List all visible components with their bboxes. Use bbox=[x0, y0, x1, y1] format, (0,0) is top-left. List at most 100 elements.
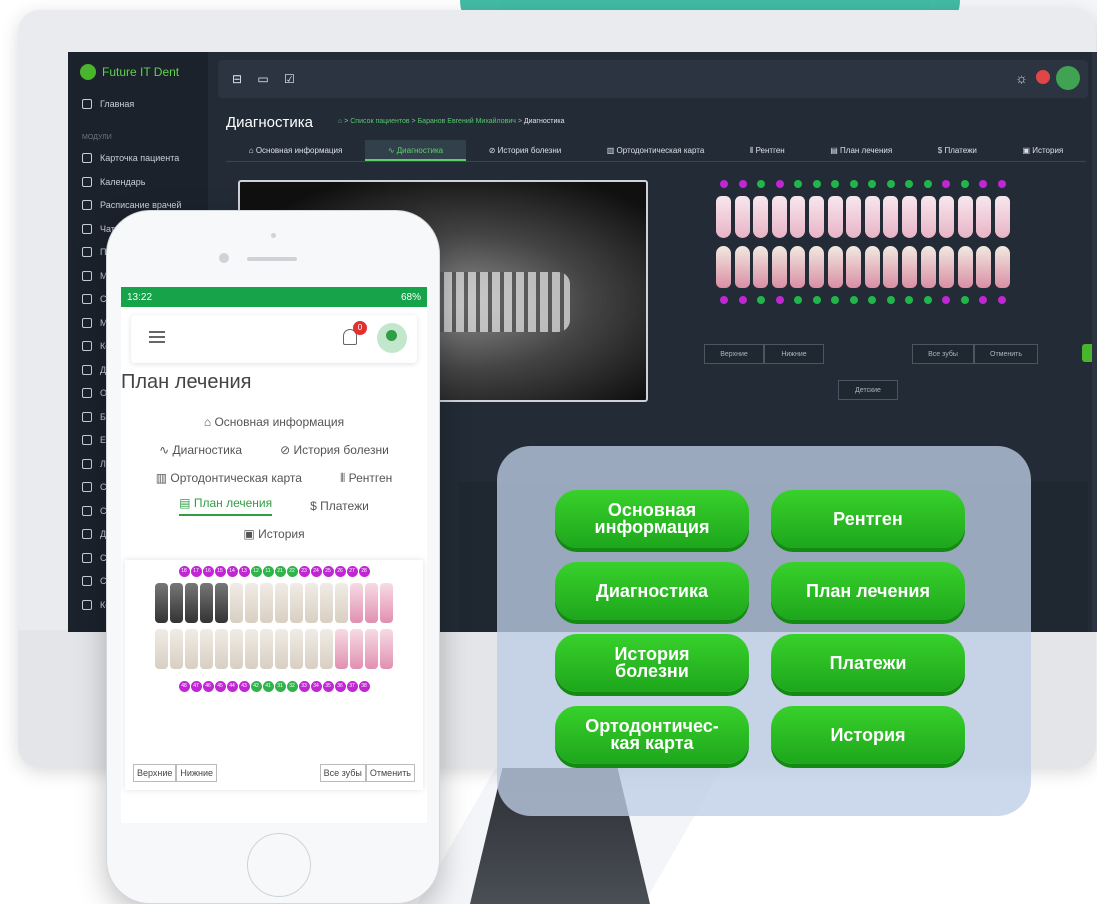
tooth[interactable] bbox=[155, 583, 168, 623]
tooth-number[interactable]: 14 bbox=[226, 566, 238, 577]
tooth-number[interactable]: 42 bbox=[250, 681, 262, 692]
tooth[interactable] bbox=[771, 246, 787, 288]
phone-nav-item[interactable]: ⦀ Рентген bbox=[340, 471, 392, 486]
all-teeth-button[interactable]: Все зубы bbox=[319, 764, 366, 782]
tab-4[interactable]: ⦀ Рентген bbox=[727, 140, 807, 161]
sidebar-item-home[interactable]: Главная bbox=[68, 92, 208, 116]
tooth[interactable] bbox=[155, 629, 168, 669]
tooth[interactable] bbox=[753, 246, 769, 288]
tooth-marker[interactable] bbox=[979, 296, 988, 304]
tooth[interactable] bbox=[716, 246, 731, 288]
tooth-marker[interactable] bbox=[720, 296, 728, 304]
tooth[interactable] bbox=[734, 246, 750, 288]
tooth-number[interactable]: 47 bbox=[190, 681, 202, 692]
lower-jaw-button[interactable]: Нижние bbox=[764, 344, 824, 364]
tooth-marker[interactable] bbox=[979, 180, 988, 188]
tooth-marker[interactable] bbox=[720, 180, 728, 188]
tooth-number[interactable]: 12 bbox=[250, 566, 262, 577]
child-teeth-button[interactable]: Детские bbox=[838, 380, 898, 400]
cancel-button[interactable]: Отменить bbox=[365, 764, 415, 782]
user-avatar[interactable] bbox=[1056, 66, 1080, 90]
breadcrumb-item-patient[interactable]: Баранов Евгений Михайлович bbox=[418, 118, 516, 125]
tooth-marker[interactable] bbox=[886, 180, 895, 188]
tooth[interactable] bbox=[901, 246, 917, 288]
lower-jaw-button[interactable]: Нижние bbox=[176, 764, 217, 782]
tooth-number[interactable]: 18 bbox=[178, 566, 190, 577]
tooth-marker[interactable] bbox=[923, 180, 932, 188]
tooth[interactable] bbox=[846, 196, 862, 238]
tooth-marker[interactable] bbox=[738, 180, 747, 188]
tooth[interactable] bbox=[808, 196, 824, 238]
tooth-marker[interactable] bbox=[794, 180, 803, 188]
tooth[interactable] bbox=[920, 196, 936, 238]
tooth[interactable] bbox=[320, 629, 333, 669]
all-teeth-button[interactable]: Все зубы bbox=[912, 344, 974, 364]
tooth-marker[interactable] bbox=[960, 296, 969, 304]
tooth-marker[interactable] bbox=[997, 180, 1006, 188]
tooth-number[interactable]: 44 bbox=[226, 681, 238, 692]
phone-nav-item[interactable]: ▥ Ортодонтическая карта bbox=[156, 471, 302, 485]
tooth[interactable] bbox=[790, 196, 806, 238]
theme-toggle-icon[interactable]: ☼ bbox=[1015, 70, 1028, 86]
tooth-number[interactable]: 28 bbox=[358, 566, 370, 577]
treatment-plan-button[interactable]: План лечения bbox=[771, 562, 965, 620]
tooth[interactable] bbox=[864, 196, 880, 238]
tooth-number[interactable]: 13 bbox=[238, 566, 250, 577]
tooth[interactable] bbox=[350, 629, 363, 669]
tooth-number[interactable]: 38 bbox=[358, 681, 370, 692]
toolbar-icons[interactable]: ⊟ ▭ ☑ bbox=[232, 72, 301, 86]
tooth[interactable] bbox=[920, 246, 936, 288]
tooth[interactable] bbox=[200, 583, 213, 623]
tooth-marker[interactable] bbox=[831, 296, 840, 304]
tooth[interactable] bbox=[245, 629, 258, 669]
tooth-number[interactable]: 37 bbox=[346, 681, 358, 692]
tab-7[interactable]: ▣ История bbox=[1000, 140, 1086, 161]
tooth[interactable] bbox=[846, 246, 862, 288]
tooth-number[interactable]: 25 bbox=[322, 566, 334, 577]
tooth[interactable] bbox=[808, 246, 824, 288]
tooth-marker[interactable] bbox=[812, 180, 821, 188]
tab-3[interactable]: ▥ Ортодонтическая карта bbox=[584, 140, 727, 161]
tooth[interactable] bbox=[215, 583, 228, 623]
breadcrumb-home-icon[interactable]: ⌂ bbox=[338, 118, 342, 125]
tooth-number[interactable]: 26 bbox=[334, 566, 346, 577]
phone-nav-item[interactable]: ⌂ Основная информация bbox=[204, 415, 344, 429]
tooth-marker[interactable] bbox=[942, 180, 951, 188]
tooth[interactable] bbox=[350, 583, 363, 623]
tooth[interactable] bbox=[939, 246, 955, 288]
tooth[interactable] bbox=[170, 629, 183, 669]
breadcrumb-item-patients[interactable]: Список пациентов bbox=[350, 118, 409, 125]
tooth[interactable] bbox=[305, 629, 318, 669]
tooth-marker[interactable] bbox=[886, 296, 895, 304]
tooth[interactable] bbox=[976, 246, 992, 288]
sidebar-item[interactable]: Карточка пациента bbox=[68, 147, 208, 171]
scrollbar[interactable] bbox=[1092, 52, 1097, 632]
tooth-number[interactable]: 33 bbox=[298, 681, 310, 692]
tooth-marker[interactable] bbox=[868, 180, 877, 188]
tooth[interactable] bbox=[957, 196, 973, 238]
tooth[interactable] bbox=[305, 583, 318, 623]
phone-nav-item[interactable]: ▤ План лечения bbox=[179, 496, 273, 516]
tooth-number[interactable]: 41 bbox=[262, 681, 274, 692]
tooth-number[interactable]: 16 bbox=[202, 566, 214, 577]
tooth-marker[interactable] bbox=[794, 296, 803, 304]
tooth[interactable] bbox=[994, 246, 1010, 288]
tooth-number[interactable]: 45 bbox=[214, 681, 226, 692]
tooth-marker[interactable] bbox=[849, 296, 858, 304]
tooth-number[interactable]: 27 bbox=[346, 566, 358, 577]
upper-jaw-button[interactable]: Верхние bbox=[133, 764, 177, 782]
tooth-marker[interactable] bbox=[923, 296, 932, 304]
menu-icon[interactable] bbox=[149, 331, 165, 343]
tooth[interactable] bbox=[771, 196, 787, 238]
tooth[interactable] bbox=[200, 629, 213, 669]
tooth-number[interactable]: 15 bbox=[214, 566, 226, 577]
payments-button[interactable]: Платежи bbox=[771, 634, 965, 692]
xray-button[interactable]: Рентген bbox=[771, 490, 965, 548]
tooth-number[interactable]: 43 bbox=[238, 681, 250, 692]
tooth[interactable] bbox=[901, 196, 917, 238]
tooth-marker[interactable] bbox=[738, 296, 747, 304]
tooth[interactable] bbox=[827, 246, 843, 288]
history-button[interactable]: История bbox=[771, 706, 965, 764]
cancel-button[interactable]: Отменить bbox=[974, 344, 1038, 364]
tooth[interactable] bbox=[957, 246, 973, 288]
